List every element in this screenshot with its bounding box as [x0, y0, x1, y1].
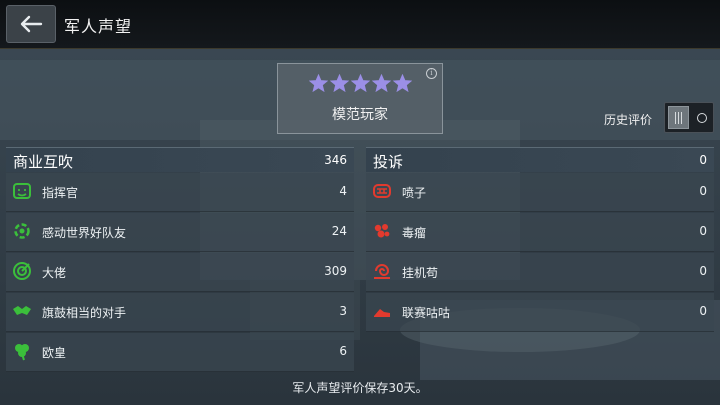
praise-panel-title: 商业互吹 — [13, 153, 74, 171]
complaint-label: 挂机苟 — [402, 266, 439, 280]
praise-label: 欧皇 — [42, 346, 67, 360]
complaint-count: 0 — [699, 304, 707, 318]
rating-card: i 模范玩家 — [277, 63, 443, 134]
complaint-label: 联赛咕咕 — [402, 306, 451, 320]
praise-count: 6 — [339, 344, 347, 358]
page-title: 军人声望 — [64, 17, 133, 36]
teammate-icon — [14, 223, 30, 239]
complaint-panel-title: 投诉 — [373, 153, 404, 171]
praise-label: 旗鼓相当的对手 — [42, 306, 127, 320]
praise-row: 旗鼓相当的对手 3 — [6, 293, 354, 332]
history-rating-label: 历史评价 — [604, 113, 653, 127]
praise-count: 3 — [339, 304, 347, 318]
praise-total-count: 346 — [324, 153, 347, 167]
target-icon — [13, 262, 31, 280]
footer-note: 军人声望评价保存30天。 — [292, 381, 428, 395]
praise-row: 指挥官 4 — [6, 173, 354, 212]
shoe-icon — [374, 309, 390, 317]
praise-count: 4 — [339, 184, 347, 198]
star-icon — [330, 74, 349, 93]
clover-icon — [15, 344, 29, 361]
toggle-knob[interactable] — [668, 106, 689, 129]
snail-icon — [374, 264, 390, 279]
handshake-icon — [13, 306, 31, 315]
commander-icon — [13, 183, 31, 199]
toggle-off-indicator-icon — [697, 113, 707, 123]
praise-row: 大佬 309 — [6, 253, 354, 292]
praise-label: 大佬 — [42, 266, 67, 280]
rating-title: 模范玩家 — [332, 107, 388, 123]
complaint-count: 0 — [699, 184, 707, 198]
praise-label: 感动世界好队友 — [42, 226, 127, 240]
praise-label: 指挥官 — [42, 186, 79, 200]
star-icon — [393, 74, 412, 93]
back-arrow-icon — [20, 15, 43, 33]
praise-count: 24 — [331, 224, 347, 238]
toxic-mouth-icon — [373, 184, 391, 198]
complaint-panel-header: 投诉 0 — [366, 147, 714, 172]
star-icon — [309, 74, 328, 93]
complaint-count: 0 — [699, 224, 707, 238]
praise-row: 欧皇 6 — [6, 333, 354, 372]
complaint-label: 毒瘤 — [402, 226, 427, 240]
praise-panel: 商业互吹 346 指挥官 4 感动世界好队友 24 大佬 309 旗鼓相当的对手 3 欧皇 6 — [6, 147, 354, 372]
complaint-count: 0 — [699, 264, 707, 278]
star-icon — [351, 74, 370, 93]
star-rating — [309, 74, 412, 93]
complaint-panel: 投诉 0 喷子 0 毒瘤 0 挂机苟 0 联赛咕咕 0 — [366, 147, 714, 332]
complaint-label: 喷子 — [402, 186, 427, 200]
star-icon — [372, 74, 391, 93]
info-icon[interactable]: i — [426, 68, 437, 79]
complaint-total-count: 0 — [699, 153, 707, 167]
praise-row: 感动世界好队友 24 — [6, 213, 354, 252]
praise-count: 309 — [324, 264, 347, 278]
complaint-row: 联赛咕咕 0 — [366, 293, 714, 332]
history-rating-toggle[interactable] — [664, 102, 714, 133]
complaint-row: 毒瘤 0 — [366, 213, 714, 252]
praise-panel-header: 商业互吹 346 — [6, 147, 354, 172]
complaint-row: 挂机苟 0 — [366, 253, 714, 292]
back-button[interactable] — [6, 5, 56, 43]
complaint-row: 喷子 0 — [366, 173, 714, 212]
top-bar: 军人声望 — [0, 0, 720, 49]
tumor-icon — [374, 224, 390, 238]
